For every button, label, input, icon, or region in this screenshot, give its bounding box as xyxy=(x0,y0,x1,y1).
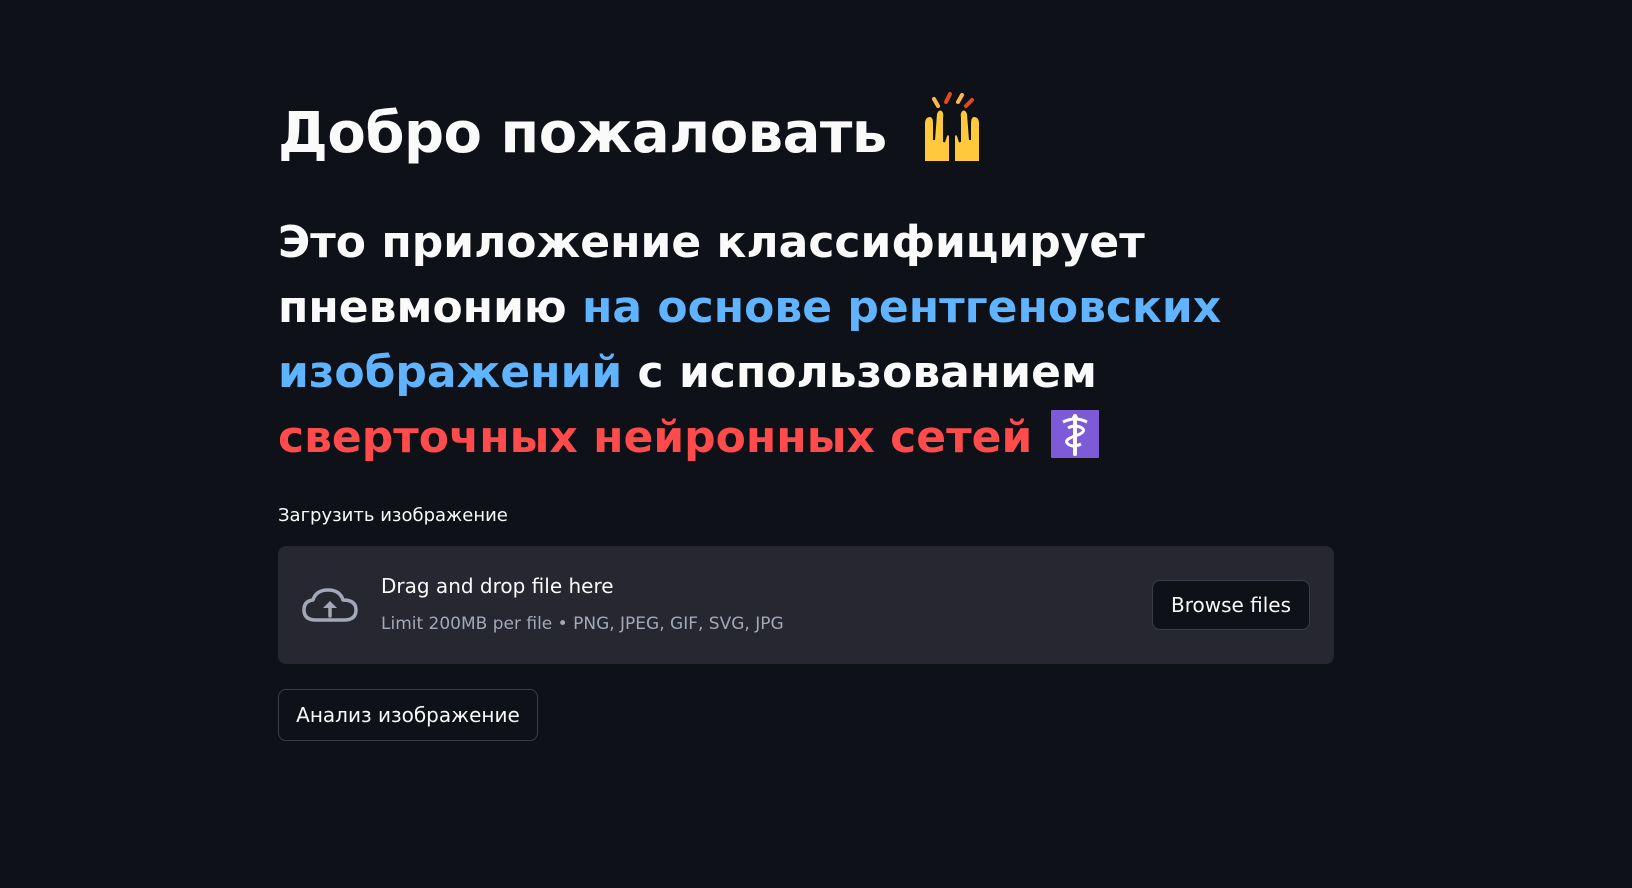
main-content: Добро пожаловать Это приложение классифи… xyxy=(278,92,1334,741)
dropzone-limit: Limit 200MB per file • PNG, JPEG, GIF, S… xyxy=(381,614,784,634)
file-dropzone[interactable]: Drag and drop file here Limit 200MB per … xyxy=(278,546,1334,664)
medical-symbol-icon xyxy=(1048,407,1103,461)
dropzone-instructions: Drag and drop file here xyxy=(381,574,614,598)
intro-text: Это приложение классифицирует пневмонию … xyxy=(278,210,1334,470)
raising-hands-icon xyxy=(922,92,981,163)
intro-part-3: с использованием xyxy=(622,347,1097,398)
title-text: Добро пожаловать xyxy=(278,101,887,166)
app-root: Добро пожаловать Это приложение классифи… xyxy=(0,0,1632,888)
analyze-image-button[interactable]: Анализ изображение xyxy=(278,689,538,741)
browse-files-button[interactable]: Browse files xyxy=(1152,580,1310,630)
upload-label: Загрузить изображение xyxy=(278,505,508,526)
cloud-upload-icon xyxy=(302,588,358,622)
page-title: Добро пожаловать xyxy=(278,92,1334,172)
intro-highlight-cnn: сверточных нейронных сетей xyxy=(278,412,1033,463)
